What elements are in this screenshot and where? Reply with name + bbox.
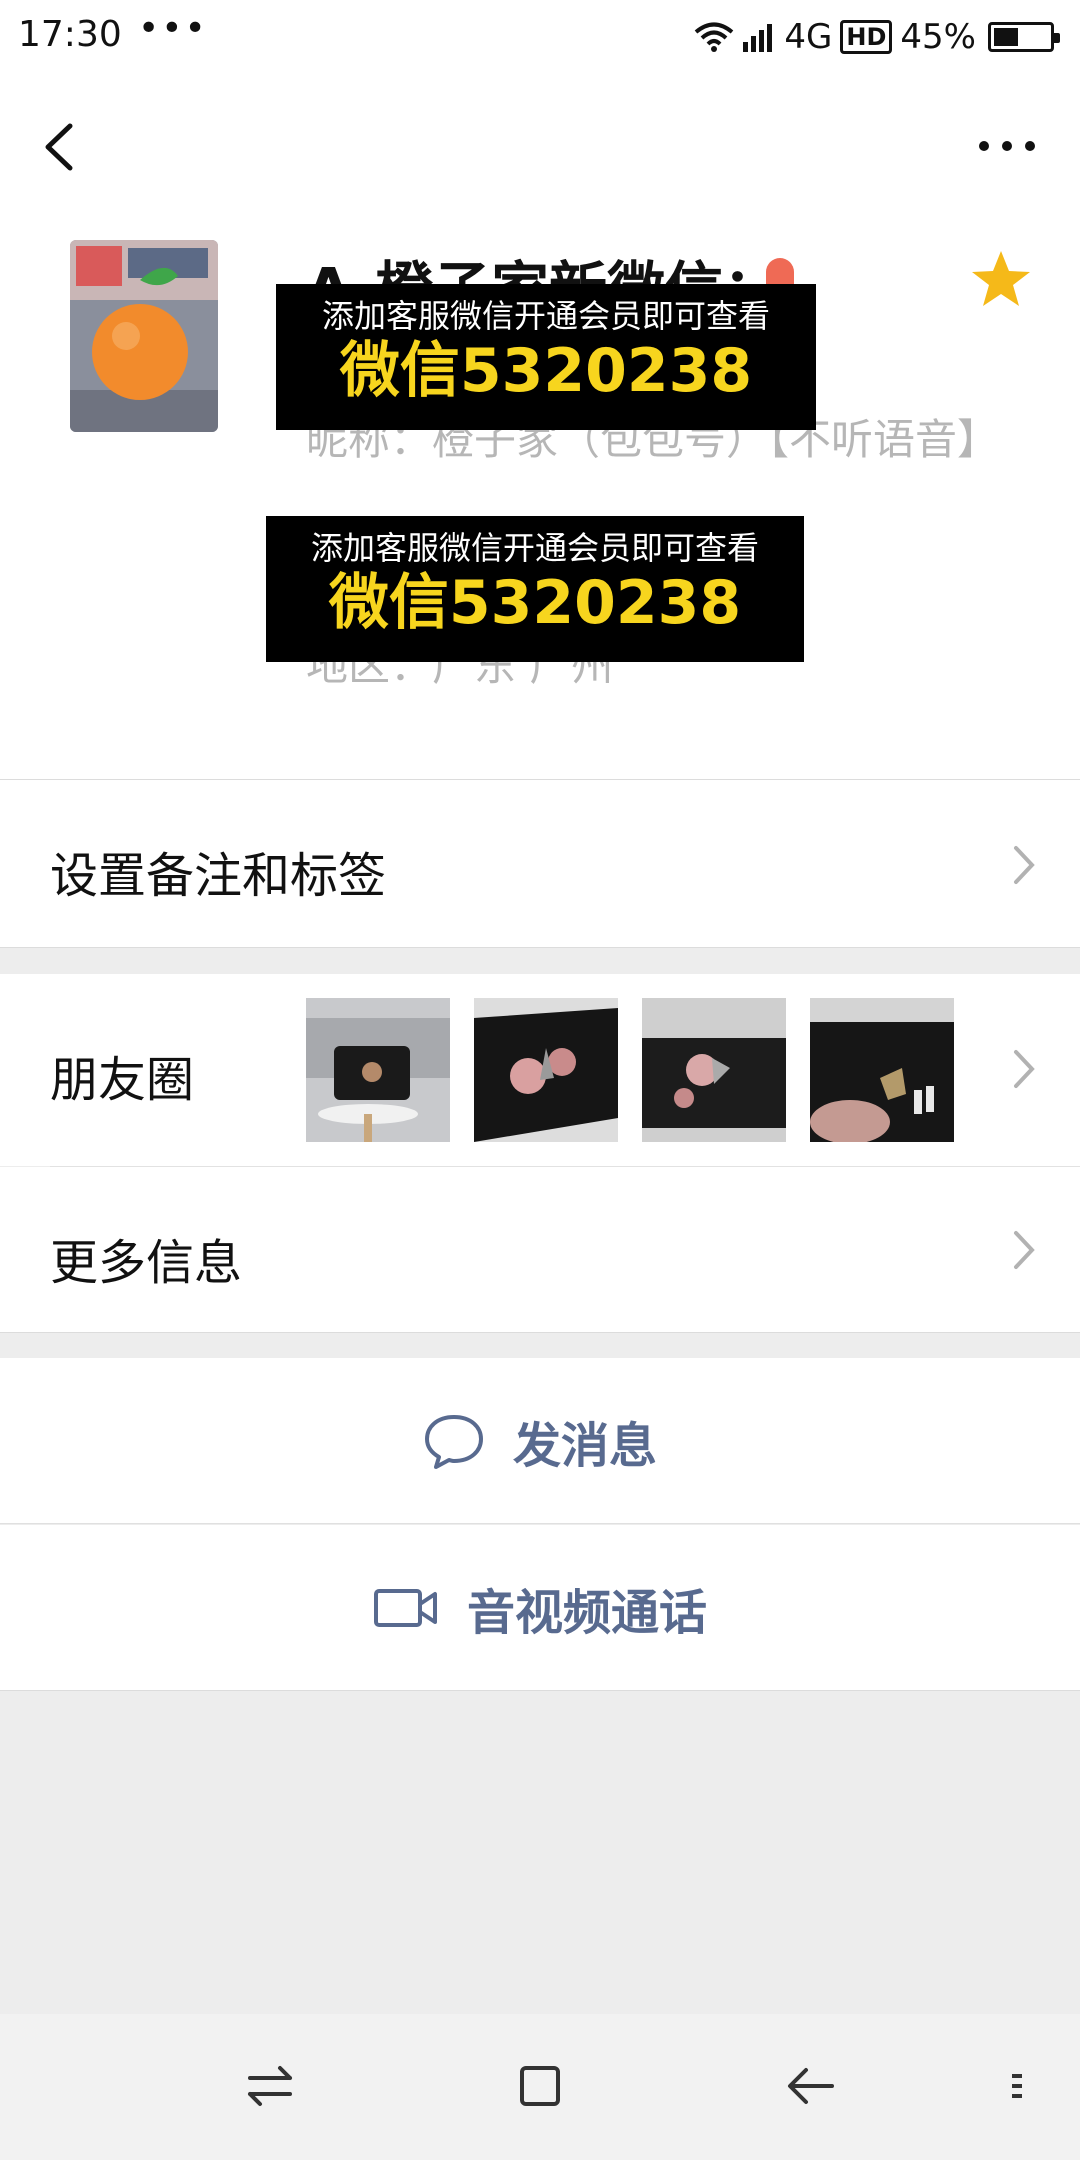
set-remark-tags-label: 设置备注和标签 — [50, 848, 387, 904]
more-info-row[interactable]: 更多信息 — [0, 1167, 1080, 1333]
signal-icon — [743, 24, 773, 52]
moments-thumbnail — [306, 998, 450, 1142]
back-icon[interactable] — [30, 112, 90, 182]
wifi-icon — [695, 22, 734, 52]
hd-badge: HD — [840, 20, 893, 54]
battery-level — [994, 28, 1018, 46]
ad-text: 添加客服微信开通会员即可查看 — [310, 529, 759, 567]
send-message-button[interactable]: 发消息 — [0, 1358, 1080, 1524]
video-call-label: 音视频通话 — [466, 1584, 707, 1641]
moments-thumbnail — [642, 998, 786, 1142]
status-time: 17:30 — [18, 14, 122, 55]
moments-label: 朋友圈 — [50, 1052, 195, 1108]
avatar[interactable] — [70, 240, 218, 432]
nav-bar — [0, 74, 1080, 214]
network-type: 4G — [784, 17, 833, 57]
status-bar: 17:30 ••• 4G HD 45% — [0, 0, 1080, 74]
ad-contact: 微信5320238 — [339, 336, 753, 406]
moments-row[interactable]: 朋友圈 — [0, 974, 1080, 1166]
more-options-icon[interactable] — [972, 126, 1042, 166]
star-icon[interactable] — [970, 248, 1032, 310]
status-indicators: 4G HD 45% — [694, 14, 1060, 60]
home-icon[interactable] — [510, 2056, 570, 2116]
chevron-right-icon — [1014, 1231, 1035, 1269]
battery-icon — [988, 22, 1060, 52]
set-remark-tags-row[interactable]: 设置备注和标签 — [0, 780, 1080, 948]
ad-text: 添加客服微信开通会员即可查看 — [321, 297, 770, 335]
notification-dots-icon: ••• — [138, 8, 208, 49]
more-info-label: 更多信息 — [50, 1235, 243, 1291]
switch-apps-icon[interactable] — [240, 2056, 300, 2116]
moments-thumbnail — [474, 998, 618, 1142]
chat-bubble-icon — [424, 1414, 483, 1469]
ad-contact: 微信5320238 — [328, 568, 742, 638]
system-nav-bar — [0, 2014, 1080, 2160]
moments-thumbnails — [306, 998, 954, 1142]
back-nav-icon[interactable] — [780, 2056, 840, 2116]
moments-thumbnail — [810, 998, 954, 1142]
ad-overlay: 添加客服微信开通会员即可查看 微信5320238 — [266, 516, 804, 662]
video-camera-icon — [373, 1588, 437, 1627]
video-call-button[interactable]: 音视频通话 — [0, 1525, 1080, 1691]
orange-avatar-image — [70, 240, 218, 432]
send-message-label: 发消息 — [512, 1417, 657, 1474]
battery-percent: 45% — [900, 17, 976, 57]
chevron-right-icon — [1014, 846, 1035, 884]
ad-overlay: 添加客服微信开通会员即可查看 微信5320238 — [276, 284, 816, 430]
menu-icon[interactable] — [998, 2056, 1038, 2116]
chevron-right-icon — [1014, 1050, 1035, 1088]
